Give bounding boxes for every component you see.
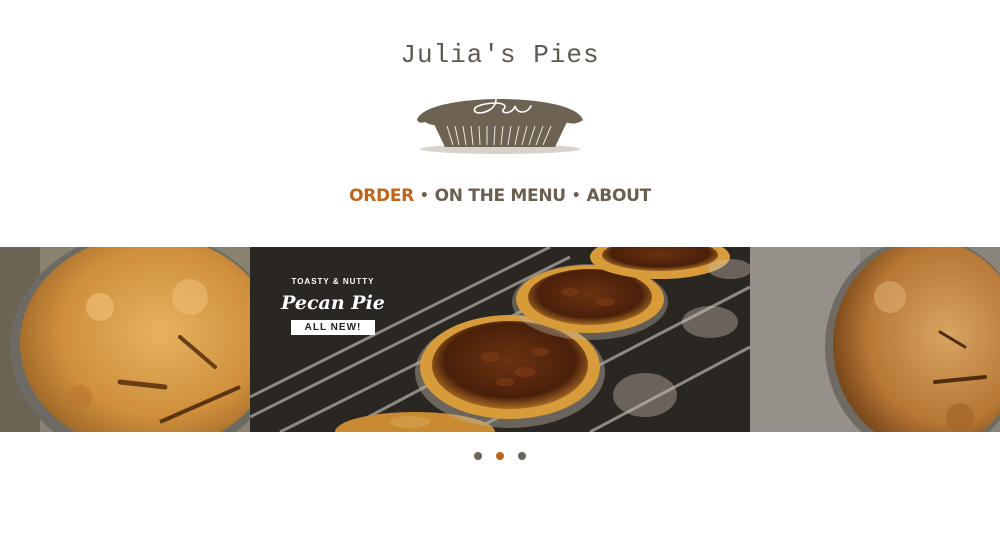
pie-carousel[interactable]: TOASTY & NUTTY Pecan Pie ALL NEW!: [0, 247, 1000, 432]
carousel-dot-3[interactable]: [518, 452, 526, 460]
carousel-dot-1[interactable]: [474, 452, 482, 460]
site-title: Julia's Pies: [400, 40, 600, 70]
slide-pecan-pie-image[interactable]: TOASTY & NUTTY Pecan Pie ALL NEW!: [250, 247, 750, 432]
badge-top-text: TOASTY & NUTTY: [291, 277, 375, 286]
slide-left-pie-image[interactable]: [0, 247, 250, 432]
main-nav: ORDER • ON THE MENU • ABOUT: [0, 186, 1000, 206]
carousel-dot-2[interactable]: [496, 452, 504, 460]
badge-title: Pecan Pie: [281, 292, 385, 314]
carousel-pagination: [0, 447, 1000, 465]
nav-separator: •: [571, 188, 581, 204]
nav-order[interactable]: ORDER: [349, 186, 414, 206]
pie-logo[interactable]: Jw: [415, 84, 585, 156]
nav-on-the-menu[interactable]: ON THE MENU: [435, 186, 567, 206]
pecan-pie-badge: TOASTY & NUTTY Pecan Pie ALL NEW!: [268, 277, 398, 335]
nav-separator: •: [419, 188, 429, 204]
badge-ribbon: ALL NEW!: [290, 320, 376, 335]
slide-right-pie-image[interactable]: [750, 247, 1000, 432]
nav-about[interactable]: ABOUT: [586, 186, 651, 206]
